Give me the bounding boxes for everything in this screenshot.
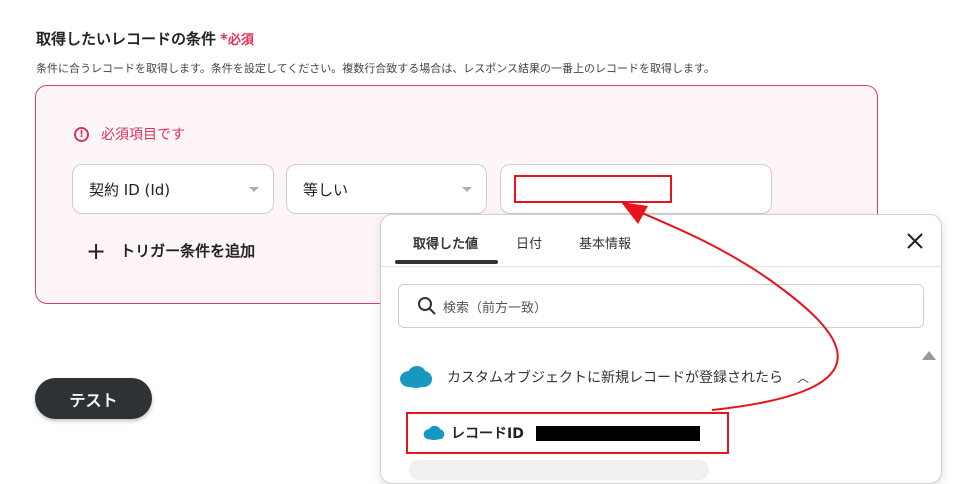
add-trigger-label: トリガー条件を追加: [120, 242, 256, 260]
salesforce-cloud-icon: [400, 366, 432, 388]
field-select-value: 契約 ID (Id): [89, 180, 171, 199]
plus-icon: +: [86, 236, 107, 265]
active-tab-indicator: [395, 260, 498, 264]
error-message: ! 必須項目です: [74, 124, 185, 144]
chevron-down-icon: [249, 187, 259, 192]
trigger-group-header[interactable]: カスタムオブジェクトに新規レコードが登録されたら ︿: [399, 365, 809, 389]
tab-basic-info[interactable]: 基本情報: [579, 233, 631, 252]
close-icon[interactable]: [905, 231, 925, 251]
search-input[interactable]: 検索（前方一致）: [398, 284, 924, 328]
section-title: 取得したいレコードの条件 *必須: [36, 28, 254, 49]
trigger-group-label: カスタムオブジェクトに新規レコードが登録されたら: [447, 370, 783, 386]
required-mark: *: [220, 30, 228, 48]
field-select[interactable]: 契約 ID (Id): [72, 164, 274, 214]
section-title-text: 取得したいレコードの条件: [36, 30, 217, 48]
tab-date[interactable]: 日付: [516, 233, 542, 252]
annotation-highlight-field: [406, 412, 729, 454]
next-list-item[interactable]: [409, 460, 709, 480]
error-message-text: 必須項目です: [101, 127, 185, 143]
operator-select[interactable]: 等しい: [286, 164, 487, 214]
section-description: 条件に合うレコードを取得します。条件を設定してください。複数行合致する場合は、レ…: [36, 62, 715, 75]
scroll-up-arrow-icon[interactable]: [922, 351, 936, 360]
search-placeholder: 検索（前方一致）: [443, 300, 548, 316]
alert-icon: !: [74, 126, 89, 142]
annotation-highlight-input: [514, 175, 672, 203]
tab-acquired-values[interactable]: 取得した値: [413, 233, 478, 252]
search-icon: [418, 297, 436, 315]
required-label: 必須: [227, 33, 254, 48]
add-trigger-button[interactable]: + トリガー条件を追加: [86, 236, 256, 265]
popup-tabs: 取得した値 日付 基本情報: [381, 215, 941, 267]
chevron-down-icon: [462, 187, 472, 192]
test-button[interactable]: テスト: [35, 378, 152, 419]
operator-select-value: 等しい: [303, 180, 349, 199]
chevron-up-icon[interactable]: ︿: [797, 369, 809, 386]
